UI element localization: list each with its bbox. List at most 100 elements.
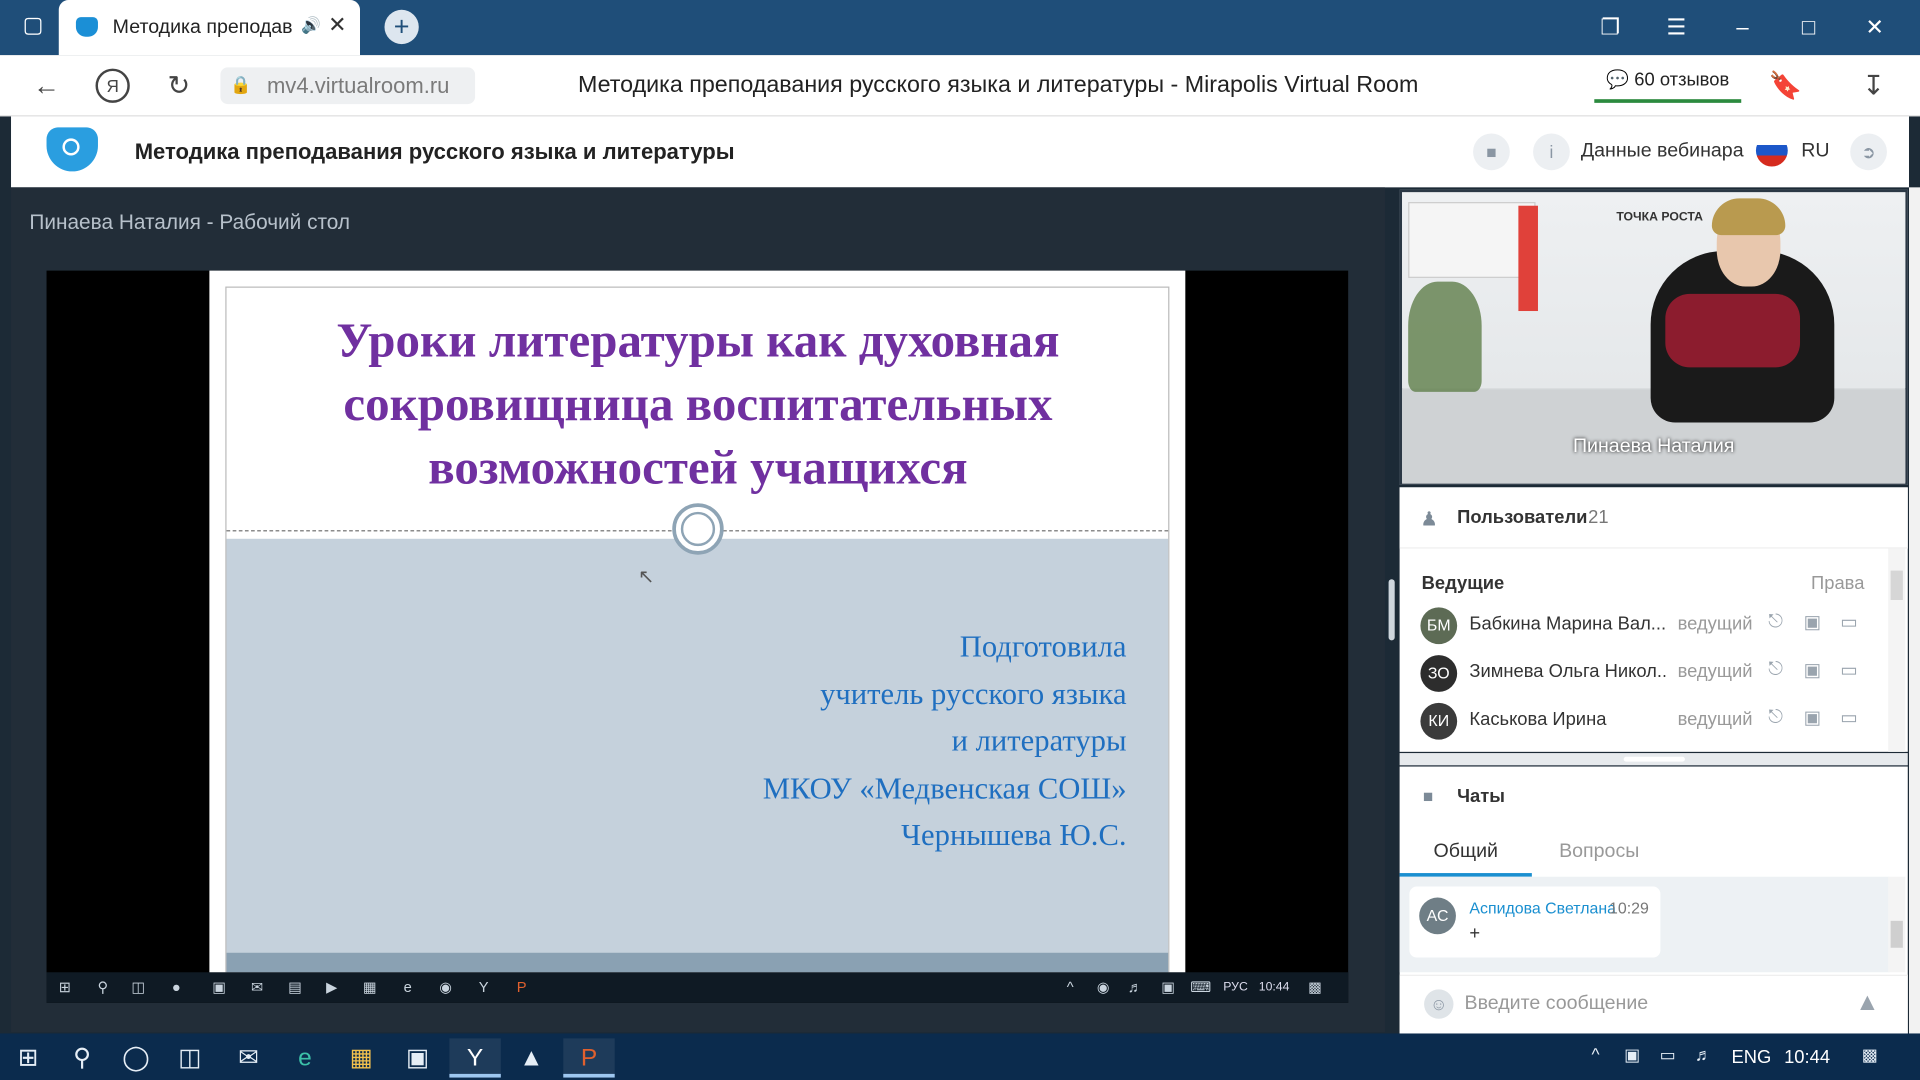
slide-footer-strip bbox=[226, 952, 1169, 973]
search-icon[interactable]: ⚲ bbox=[56, 1038, 107, 1077]
address-input[interactable]: mv4.virtualroom.ru bbox=[220, 67, 476, 105]
user-name: Зимнева Ольга Никол... bbox=[1469, 661, 1666, 683]
divider-grip[interactable] bbox=[1623, 756, 1685, 762]
message-time: 10:29 bbox=[1608, 898, 1649, 918]
slide-line: учитель русского языка bbox=[820, 677, 1127, 711]
close-window-icon[interactable]: ✕ bbox=[1850, 10, 1899, 44]
folder-icon[interactable]: ■ bbox=[1473, 133, 1510, 171]
user-role: ведущий bbox=[1677, 708, 1753, 730]
speaker-icon[interactable]: 🔊 bbox=[301, 16, 321, 36]
camera-off-icon[interactable]: ▣ bbox=[1801, 707, 1823, 731]
users-scroll-thumb[interactable] bbox=[1890, 570, 1903, 601]
panel-resize-handle[interactable] bbox=[1388, 579, 1395, 641]
network-icon[interactable]: ▭ bbox=[1654, 1044, 1681, 1068]
camera-off-icon[interactable]: ▣ bbox=[1801, 659, 1823, 683]
tab-title: Методика преподав bbox=[112, 17, 293, 38]
screen-off-icon[interactable]: ▭ bbox=[1838, 659, 1860, 683]
clock[interactable]: 10:44 bbox=[1784, 1047, 1830, 1068]
bookmarks-icon[interactable]: ❐ bbox=[1586, 10, 1635, 44]
video-person-hair bbox=[1711, 198, 1786, 236]
cortana-icon[interactable]: ◯ bbox=[110, 1038, 161, 1077]
mic-off-icon[interactable]: ⎋ bbox=[1765, 707, 1787, 731]
russia-flag-icon[interactable] bbox=[1755, 134, 1788, 167]
chat-icon: ■ bbox=[1422, 786, 1434, 806]
input-language[interactable]: ENG bbox=[1731, 1047, 1771, 1068]
screen-off-icon[interactable]: ▭ bbox=[1838, 707, 1860, 731]
slide-heading: Уроки литературы как духовная сокровищни… bbox=[336, 312, 1060, 495]
volume-icon[interactable]: ♬ bbox=[1690, 1044, 1717, 1068]
user-role: ведущий bbox=[1677, 613, 1753, 635]
slide-line: Подготовила bbox=[959, 630, 1127, 664]
user-row[interactable]: ЗО Зимнева Ольга Никол... ведущий ⎋ ▣ ▭ bbox=[1400, 649, 1887, 697]
hosts-section-label: Ведущие bbox=[1421, 573, 1505, 594]
close-tab-icon[interactable]: ✕ bbox=[328, 12, 346, 38]
rights-label[interactable]: Права bbox=[1811, 573, 1864, 594]
shared-cortana-icon: ● bbox=[171, 978, 181, 996]
start-icon[interactable]: ⊞ bbox=[2, 1038, 53, 1077]
user-role: ведущий bbox=[1677, 661, 1753, 683]
webinar-info-link[interactable]: Данные вебинара bbox=[1581, 141, 1744, 163]
message-input[interactable] bbox=[1464, 986, 1832, 1022]
app-icon[interactable]: ▲ bbox=[506, 1038, 557, 1077]
message-author[interactable]: Аспидова Светлана bbox=[1469, 899, 1616, 917]
message-text: + bbox=[1469, 923, 1481, 945]
tab-questions[interactable]: Вопросы bbox=[1532, 828, 1667, 877]
shared-folder-icon: ▦ bbox=[362, 978, 377, 996]
emoji-icon[interactable]: ☺ bbox=[1424, 989, 1454, 1019]
yandex-icon[interactable]: Я bbox=[95, 68, 130, 103]
webinar-title: Методика преподавания русского языка и л… bbox=[134, 139, 735, 165]
mic-off-icon[interactable]: ⎋ bbox=[1765, 659, 1787, 683]
user-row[interactable]: БМ Бабкина Марина Вал... ведущий ⎋ ▣ ▭ bbox=[1400, 601, 1887, 649]
tray-device-icon[interactable]: ▣ bbox=[1619, 1044, 1646, 1068]
powerpoint-icon[interactable]: P bbox=[563, 1038, 615, 1078]
chevron-up-icon[interactable]: ^ bbox=[1582, 1044, 1609, 1068]
lock-icon[interactable]: 🔒 bbox=[230, 75, 251, 95]
minimize-icon[interactable]: – bbox=[1718, 10, 1767, 44]
taskview-icon[interactable]: ◫ bbox=[164, 1038, 215, 1077]
notification-icon[interactable]: ▩ bbox=[1856, 1044, 1883, 1068]
shared-lang: РУС bbox=[1223, 980, 1248, 995]
mic-off-icon[interactable]: ⎋ bbox=[1765, 611, 1787, 635]
send-icon[interactable]: ▲ bbox=[1854, 989, 1881, 1018]
shared-app-icon: ▶ bbox=[326, 978, 338, 996]
new-tab-button[interactable]: + bbox=[384, 9, 419, 45]
slide-line: и литературы bbox=[951, 724, 1127, 758]
page-scrollbar[interactable] bbox=[1908, 187, 1920, 1034]
shared-ie-icon: e bbox=[403, 978, 412, 996]
edge-icon[interactable]: e bbox=[279, 1038, 330, 1077]
page-icon[interactable]: ▢ bbox=[15, 12, 52, 44]
mouse-pointer-icon: ↖ bbox=[637, 566, 655, 588]
file-explorer-icon[interactable]: ▦ bbox=[336, 1038, 387, 1077]
maximize-icon[interactable]: □ bbox=[1784, 10, 1833, 44]
back-icon[interactable]: ← bbox=[29, 69, 63, 103]
yandex-browser-icon[interactable]: Y bbox=[449, 1038, 501, 1078]
user-row[interactable]: КИ Каськова Ирина ведущий ⎋ ▣ ▭ bbox=[1400, 697, 1887, 745]
store-icon[interactable]: ▣ bbox=[392, 1038, 443, 1077]
camera-off-icon[interactable]: ▣ bbox=[1801, 611, 1823, 635]
chat-scroll-thumb[interactable] bbox=[1890, 920, 1903, 948]
shared-search-icon: ⚲ bbox=[97, 978, 109, 996]
language-selector[interactable]: RU bbox=[1801, 141, 1829, 163]
menu-icon[interactable]: ☰ bbox=[1652, 10, 1701, 44]
shared-yandex-icon: Y bbox=[478, 978, 489, 996]
avatar: КИ bbox=[1420, 702, 1458, 740]
tab-general[interactable]: Общий bbox=[1399, 828, 1532, 877]
exit-icon[interactable]: ➲ bbox=[1850, 133, 1887, 171]
reviews-button[interactable]: 💬 60 отзывов bbox=[1594, 59, 1742, 103]
avatar: ЗО bbox=[1420, 655, 1458, 692]
reload-icon[interactable]: ↻ bbox=[162, 69, 196, 103]
shared-notification-icon: ▩ bbox=[1308, 978, 1323, 996]
shared-network-icon: ▣ bbox=[1161, 978, 1176, 996]
screen-off-icon[interactable]: ▭ bbox=[1838, 611, 1860, 635]
browser-tab[interactable]: Методика преподав 🔊 ✕ bbox=[58, 0, 361, 56]
shared-taskview-icon: ◫ bbox=[131, 978, 146, 996]
bookmark-icon[interactable]: 🔖 bbox=[1768, 69, 1803, 103]
avatar: БМ bbox=[1420, 607, 1458, 645]
mail-icon[interactable]: ✉ bbox=[223, 1038, 274, 1077]
slide-circle-ornament bbox=[672, 503, 724, 555]
info-icon[interactable]: i bbox=[1533, 133, 1570, 171]
download-icon[interactable]: ↧ bbox=[1856, 69, 1890, 103]
video-presenter-name: Пинаева Наталия bbox=[1572, 435, 1735, 457]
user-name: Каськова Ирина bbox=[1469, 708, 1607, 730]
video-person-sweater bbox=[1665, 293, 1801, 368]
